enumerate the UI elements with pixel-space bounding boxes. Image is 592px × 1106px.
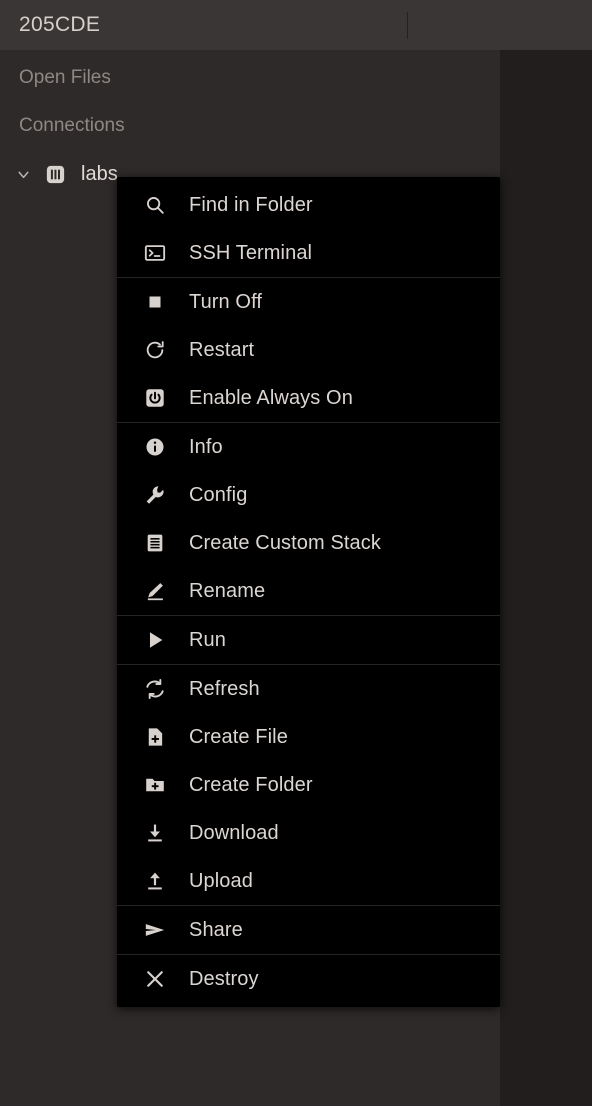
upload-icon bbox=[141, 867, 169, 895]
menu-item-label: Download bbox=[189, 821, 279, 844]
menu-item-download[interactable]: Download bbox=[117, 809, 500, 857]
sidebar-item-label: labs bbox=[81, 162, 118, 185]
stack-icon bbox=[44, 163, 67, 186]
menu-item-info[interactable]: Info bbox=[117, 423, 500, 471]
sidebar-tree: Open Files Connections labs bbox=[0, 50, 500, 198]
menu-item-label: Turn Off bbox=[189, 290, 263, 313]
menu-item-label: Create File bbox=[189, 725, 288, 748]
menu-item-upload[interactable]: Upload bbox=[117, 857, 500, 905]
close-x-icon bbox=[141, 965, 169, 993]
context-menu: Find in Folder SSH Terminal Turn Off Res… bbox=[117, 177, 500, 1007]
menu-item-find-in-folder[interactable]: Find in Folder bbox=[117, 181, 500, 229]
search-icon bbox=[141, 191, 169, 219]
pencil-icon bbox=[141, 577, 169, 605]
list-document-icon bbox=[141, 529, 169, 557]
menu-item-ssh-terminal[interactable]: SSH Terminal bbox=[117, 229, 500, 277]
send-icon bbox=[141, 916, 169, 944]
editor-pane bbox=[500, 0, 592, 1106]
menu-item-label: Share bbox=[189, 918, 243, 941]
menu-group: Refresh Create File Create Folder Downlo… bbox=[117, 664, 500, 905]
menu-group: Destroy bbox=[117, 954, 500, 1003]
menu-item-label: Upload bbox=[189, 869, 253, 892]
sidebar-item-label: Connections bbox=[19, 115, 125, 136]
menu-item-label: Config bbox=[189, 483, 248, 506]
menu-group: Run bbox=[117, 615, 500, 664]
menu-item-label: Run bbox=[189, 628, 226, 651]
menu-item-create-custom-stack[interactable]: Create Custom Stack bbox=[117, 519, 500, 567]
menu-item-turn-off[interactable]: Turn Off bbox=[117, 278, 500, 326]
folder-plus-icon bbox=[141, 771, 169, 799]
header-divider bbox=[407, 12, 408, 39]
menu-item-create-folder[interactable]: Create Folder bbox=[117, 761, 500, 809]
menu-group: Find in Folder SSH Terminal bbox=[117, 181, 500, 277]
menu-item-create-file[interactable]: Create File bbox=[117, 713, 500, 761]
menu-item-label: Rename bbox=[189, 579, 266, 602]
file-plus-icon bbox=[141, 723, 169, 751]
menu-group: Turn Off Restart Enable Always On bbox=[117, 277, 500, 422]
menu-item-rename[interactable]: Rename bbox=[117, 567, 500, 615]
terminal-icon bbox=[141, 239, 169, 267]
chevron-down-icon[interactable] bbox=[13, 164, 33, 184]
refresh-icon bbox=[141, 675, 169, 703]
download-icon bbox=[141, 819, 169, 847]
menu-item-label: SSH Terminal bbox=[189, 241, 313, 264]
menu-item-share[interactable]: Share bbox=[117, 906, 500, 954]
menu-item-label: Info bbox=[189, 435, 223, 458]
menu-item-run[interactable]: Run bbox=[117, 616, 500, 664]
menu-item-refresh[interactable]: Refresh bbox=[117, 665, 500, 713]
menu-item-destroy[interactable]: Destroy bbox=[117, 955, 500, 1003]
sidebar-header: 205CDE bbox=[0, 0, 500, 50]
power-icon bbox=[141, 384, 169, 412]
wrench-icon bbox=[141, 481, 169, 509]
sidebar-item-open-files[interactable]: Open Files bbox=[0, 54, 500, 102]
menu-item-label: Enable Always On bbox=[189, 386, 353, 409]
play-icon bbox=[141, 626, 169, 654]
menu-item-label: Create Custom Stack bbox=[189, 531, 381, 554]
restart-icon bbox=[141, 336, 169, 364]
menu-item-label: Refresh bbox=[189, 677, 260, 700]
menu-group: Share bbox=[117, 905, 500, 954]
menu-item-label: Find in Folder bbox=[189, 193, 313, 216]
menu-item-enable-always-on[interactable]: Enable Always On bbox=[117, 374, 500, 422]
menu-item-label: Restart bbox=[189, 338, 255, 361]
menu-item-label: Create Folder bbox=[189, 773, 313, 796]
menu-item-label: Destroy bbox=[189, 967, 259, 990]
page-title: 205CDE bbox=[19, 13, 101, 36]
app-root: 205CDE Open Files Connections labs Find … bbox=[0, 0, 592, 1106]
sidebar-item-connections[interactable]: Connections bbox=[0, 102, 500, 150]
menu-group: Info Config Create Custom Stack Rename bbox=[117, 422, 500, 615]
menu-item-restart[interactable]: Restart bbox=[117, 326, 500, 374]
info-icon bbox=[141, 433, 169, 461]
editor-pane-header bbox=[500, 0, 592, 50]
stop-square-icon bbox=[141, 288, 169, 316]
menu-item-config[interactable]: Config bbox=[117, 471, 500, 519]
sidebar-item-label: Open Files bbox=[19, 67, 111, 88]
